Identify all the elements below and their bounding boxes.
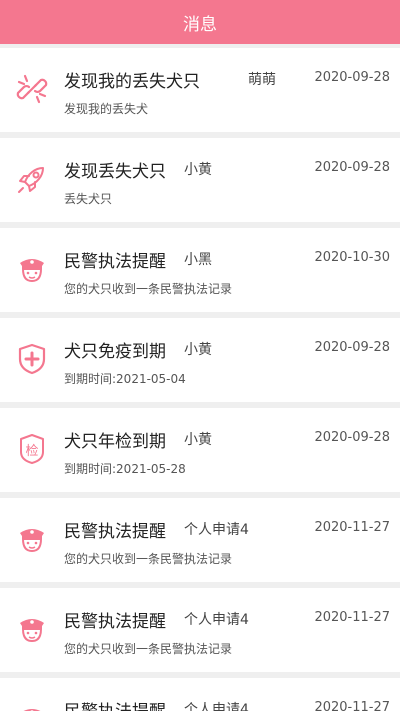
message-title: 民警执法提醒 [64,522,166,542]
message-item[interactable]: 民警执法提醒 小黑 2020-10-30 您的犬只收到一条民警执法记录 [0,228,400,312]
message-date: 2020-09-28 [314,70,390,85]
message-title: 民警执法提醒 [64,252,166,272]
page-title: 消息 [183,14,217,35]
message-desc: 到期时间:2021-05-04 [64,372,186,386]
message-date: 2020-09-28 [314,340,390,355]
message-desc: 丢失犬只 [64,192,113,206]
message-date: 2020-10-30 [314,250,390,265]
message-title: 发现丢失犬只 [64,162,166,182]
message-desc: 您的犬只收到一条民警执法记录 [64,642,233,656]
police-officer-icon [14,611,50,647]
dog-name: 个人申请4 [184,522,249,538]
message-item[interactable]: 发现我的丢失犬只 萌萌 2020-09-28 发现我的丢失犬 [0,48,400,132]
police-officer-icon [14,521,50,557]
message-item[interactable]: 发现丢失犬只 小黄 2020-09-28 丢失犬只 [0,138,400,222]
message-title: 民警执法提醒 [64,697,166,711]
message-desc: 到期时间:2021-05-28 [64,462,186,476]
message-title: 犬只免疫到期 [64,342,166,362]
dog-name: 小黄 [184,432,212,448]
message-item[interactable]: 民警执法提醒 个人申请4 2020-11-27 [0,678,400,711]
message-date: 2020-11-27 [314,700,390,711]
dog-name: 小黄 [184,342,212,358]
message-item[interactable]: 民警执法提醒 个人申请4 2020-11-27 您的犬只收到一条民警执法记录 [0,498,400,582]
message-item[interactable]: 民警执法提醒 个人申请4 2020-11-27 您的犬只收到一条民警执法记录 [0,588,400,672]
message-title: 犬只年检到期 [64,432,166,452]
message-desc: 发现我的丢失犬 [64,102,149,116]
police-officer-icon [14,701,50,711]
message-title: 民警执法提醒 [64,612,166,632]
dog-name: 萌萌 [248,72,276,88]
dog-name: 个人申请4 [184,702,249,711]
message-date: 2020-11-27 [314,610,390,625]
police-officer-icon [14,251,50,287]
rocket-icon [14,161,50,197]
dog-name: 个人申请4 [184,612,249,628]
message-date: 2020-11-27 [314,520,390,535]
broken-link-icon [14,71,50,107]
message-item[interactable]: 犬只免疫到期 小黄 2020-09-28 到期时间:2021-05-04 [0,318,400,402]
shield-plus-icon [14,341,50,377]
message-desc: 您的犬只收到一条民警执法记录 [64,552,233,566]
inspection-badge-text: 检 [25,444,38,459]
message-desc: 您的犬只收到一条民警执法记录 [64,282,233,296]
message-date: 2020-09-28 [314,160,390,175]
message-title: 发现我的丢失犬只 [64,72,200,92]
message-item[interactable]: 检 犬只年检到期 小黄 2020-09-28 到期时间:2021-05-28 [0,408,400,492]
dog-name: 小黄 [184,162,212,178]
inspection-badge-icon: 检 [14,431,50,467]
header-bar: 消息 [0,0,400,44]
message-date: 2020-09-28 [314,430,390,445]
dog-name: 小黑 [184,252,212,268]
